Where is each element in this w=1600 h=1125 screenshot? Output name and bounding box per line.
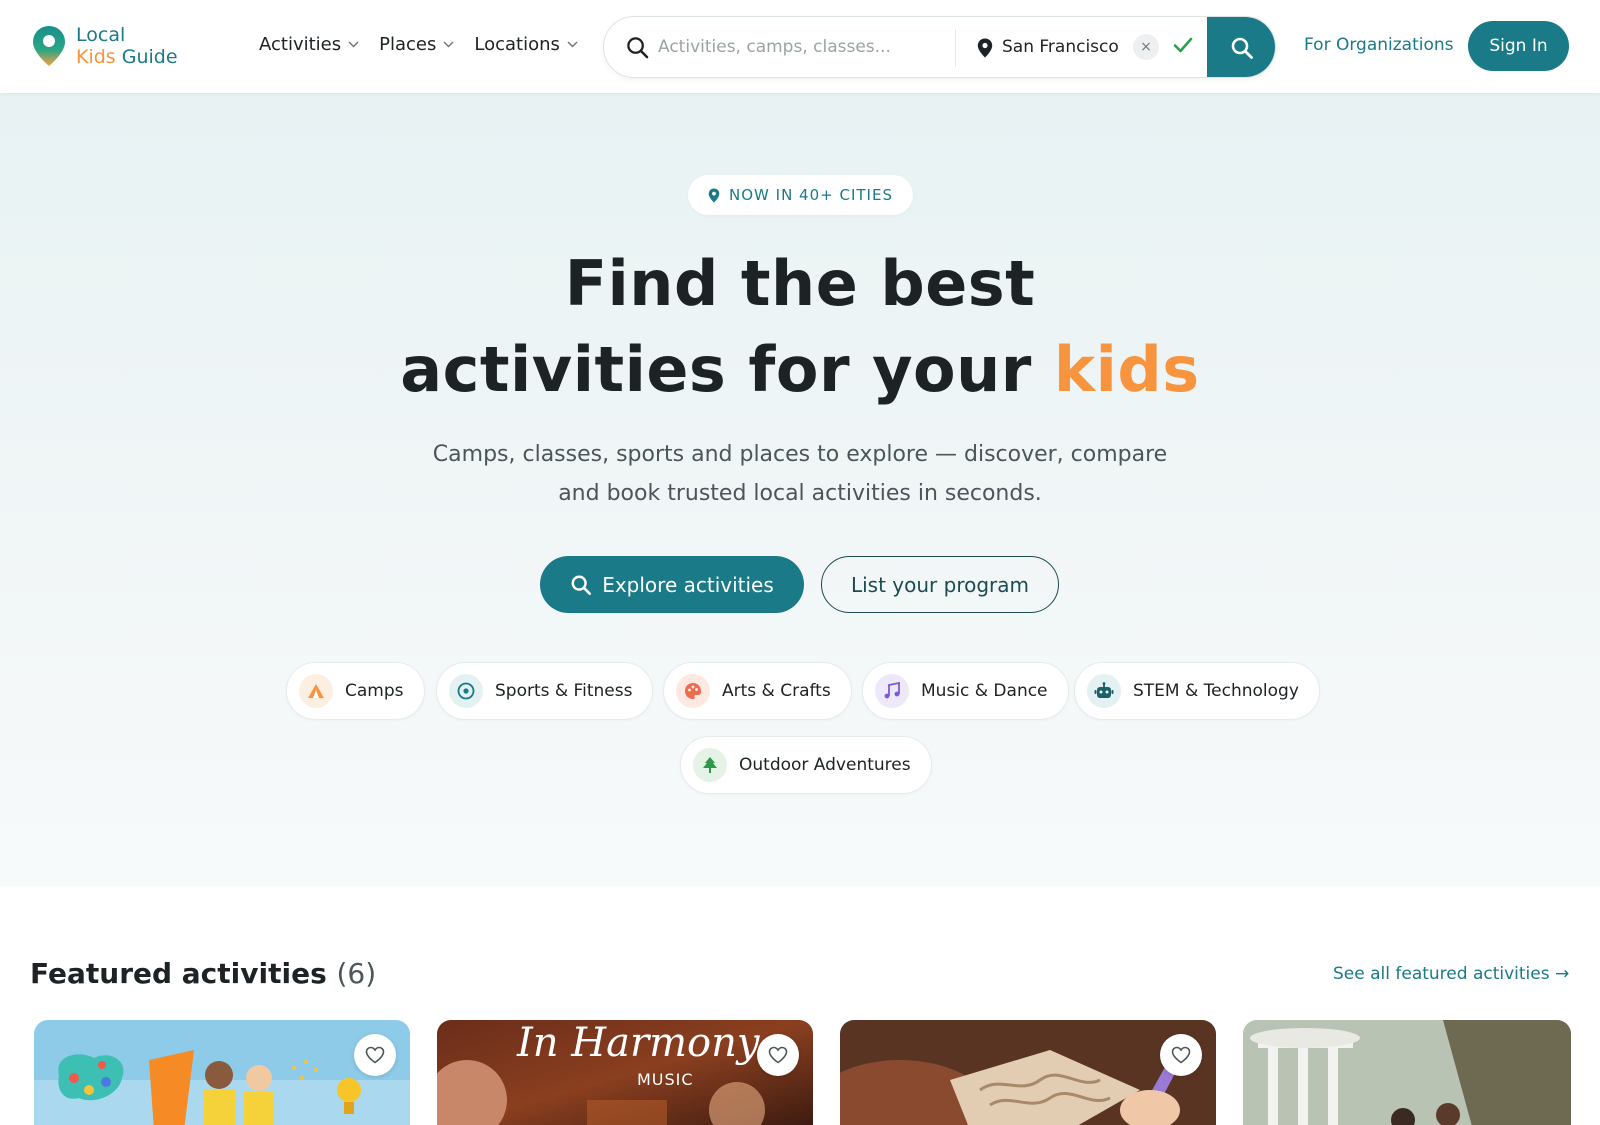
map-pin-logo-icon <box>33 26 65 66</box>
chevron-down-icon <box>348 41 359 48</box>
category-label: Arts & Crafts <box>722 681 831 701</box>
tree-icon <box>693 748 727 782</box>
search-icon <box>571 575 592 595</box>
logo-kids: Kids <box>76 46 116 68</box>
logo-guide: Guide <box>115 46 178 68</box>
tent-icon <box>299 674 333 708</box>
card-image <box>840 1020 1216 1125</box>
hero-subtitle: Camps, classes, sports and places to exp… <box>400 435 1200 513</box>
heart-icon <box>768 1046 788 1064</box>
explore-activities-label: Explore activities <box>602 572 774 597</box>
music-note-icon <box>875 674 909 708</box>
category-label: Music & Dance <box>921 681 1048 701</box>
hero-subtitle-line-2: and book trusted local activities in sec… <box>558 481 1042 506</box>
category-label: STEM & Technology <box>1133 681 1299 701</box>
hero-section: NOW IN 40+ CITIES Find the best activiti… <box>0 93 1600 886</box>
search-icon <box>1231 37 1253 59</box>
search-divider <box>955 29 956 67</box>
favorite-button[interactable] <box>354 1034 396 1076</box>
see-all-featured-link[interactable]: See all featured activities → <box>1333 964 1569 984</box>
chevron-down-icon <box>443 41 454 48</box>
location-pin-icon <box>977 38 993 58</box>
card-image <box>1243 1020 1571 1125</box>
category-chip-outdoor[interactable]: Outdoor Adventures <box>680 736 932 794</box>
featured-title-text: Featured activities <box>30 957 327 990</box>
category-label: Camps <box>345 681 404 701</box>
check-icon <box>1173 37 1193 53</box>
featured-card[interactable] <box>34 1020 410 1125</box>
hero-subtitle-line-1: Camps, classes, sports and places to exp… <box>432 442 1168 467</box>
list-program-button[interactable]: List your program <box>821 556 1059 613</box>
favorite-button[interactable] <box>1160 1034 1202 1076</box>
featured-card[interactable] <box>1243 1020 1571 1125</box>
ball-icon <box>449 674 483 708</box>
search-button[interactable] <box>1207 17 1275 77</box>
heart-icon <box>365 1046 385 1064</box>
hero-title-accent: kids <box>1053 333 1200 406</box>
featured-card[interactable]: In Harmony MUSIC <box>437 1020 813 1125</box>
nav-activities-label: Activities <box>259 34 342 55</box>
search-icon <box>627 37 649 59</box>
category-chip-camps[interactable]: Camps <box>286 662 425 720</box>
featured-card[interactable] <box>840 1020 1216 1125</box>
for-organizations-link[interactable]: For Organizations <box>1304 35 1454 55</box>
nav-locations-label: Locations <box>474 34 560 55</box>
nav-locations[interactable]: Locations <box>474 34 578 55</box>
category-chip-music[interactable]: Music & Dance <box>862 662 1069 720</box>
card-image <box>34 1020 410 1125</box>
category-chip-arts[interactable]: Arts & Crafts <box>663 662 852 720</box>
palette-icon <box>676 674 710 708</box>
favorite-button[interactable] <box>757 1034 799 1076</box>
site-header: Local Kids Guide Activities Places Locat… <box>0 0 1600 93</box>
hero-title-line-1: Find the best <box>564 247 1036 320</box>
search-bar: × <box>603 16 1276 78</box>
nav-activities[interactable]: Activities <box>259 34 359 55</box>
logo-text: Local Kids Guide <box>76 24 178 68</box>
logo[interactable]: Local Kids Guide <box>32 24 178 68</box>
hero-title: Find the best activities for your kids <box>300 241 1300 413</box>
logo-line-1: Local <box>76 24 126 46</box>
nav-places[interactable]: Places <box>379 34 454 55</box>
robot-icon <box>1087 674 1121 708</box>
explore-activities-button[interactable]: Explore activities <box>540 556 804 613</box>
category-chip-sports[interactable]: Sports & Fitness <box>436 662 654 720</box>
heart-icon <box>1171 1046 1191 1064</box>
category-label: Outdoor Adventures <box>739 755 911 775</box>
card-logo-text: In Harmony <box>517 1020 760 1066</box>
location-input[interactable] <box>1002 31 1120 63</box>
category-chip-stem[interactable]: STEM & Technology <box>1074 662 1320 720</box>
nav-places-label: Places <box>379 34 437 55</box>
featured-title: Featured activities (6) <box>30 957 376 990</box>
chevron-down-icon <box>567 41 578 48</box>
main-nav: Activities Places Locations <box>259 34 578 55</box>
cities-badge: NOW IN 40+ CITIES <box>688 175 913 215</box>
category-label: Sports & Fitness <box>495 681 633 701</box>
hero-title-line-2: activities for your <box>400 333 1054 406</box>
badge-text: NOW IN 40+ CITIES <box>729 186 893 204</box>
search-input[interactable] <box>658 31 958 63</box>
sign-in-button[interactable]: Sign In <box>1468 21 1569 71</box>
clear-location-button[interactable]: × <box>1133 34 1159 60</box>
location-pin-icon <box>708 188 720 202</box>
card-logo-subtext: MUSIC <box>637 1070 694 1089</box>
logo-line-2: Kids Guide <box>76 46 178 68</box>
featured-count: (6) <box>336 957 377 990</box>
